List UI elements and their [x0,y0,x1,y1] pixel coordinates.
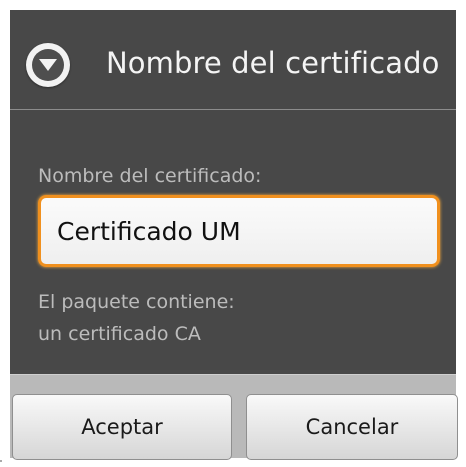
certificate-name-label: Nombre del certificado: [38,165,262,187]
dialog-button-bar: Aceptar Cancelar [10,374,458,460]
dialog-title-bar: Nombre del certificado [10,10,456,110]
chevron-down-icon [39,59,57,71]
package-contents-value: un certificado CA [38,323,201,345]
certificate-name-dialog: Nombre del certificado Nombre del certif… [10,10,458,460]
title-divider [10,109,456,110]
accept-button[interactable]: Aceptar [12,394,232,460]
cancel-button[interactable]: Cancelar [246,394,458,460]
package-contents-label: El paquete contiene: [38,291,235,313]
chevron-down-circle-icon [26,43,70,87]
title-icon-inner [32,49,64,81]
corner-mark [0,460,2,462]
dialog-title: Nombre del certificado [106,46,440,80]
certificate-name-input[interactable]: Certificado UM [38,195,440,267]
